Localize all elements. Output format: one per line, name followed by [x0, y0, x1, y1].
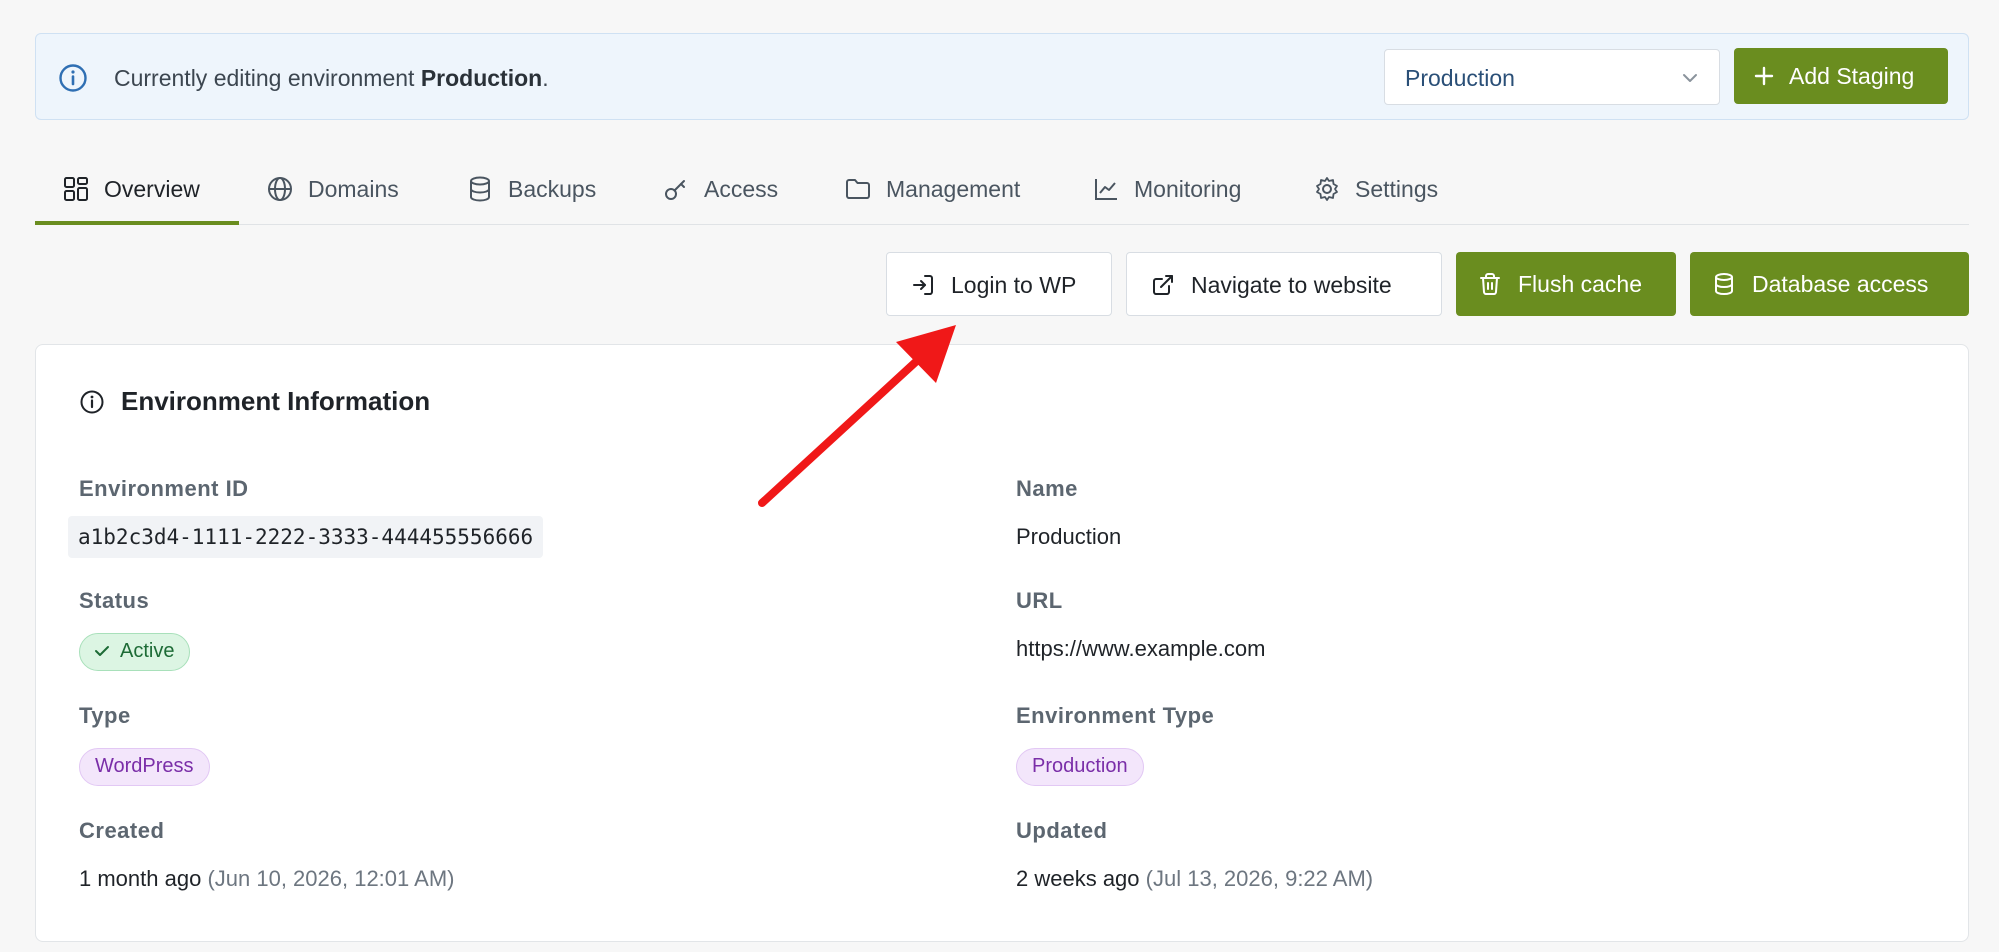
tab-label: Overview	[104, 176, 200, 202]
url-value: https://www.example.com	[1016, 636, 1266, 661]
chevron-down-icon	[1683, 74, 1697, 82]
created-exact: (Jun 10, 2026, 12:01 AM)	[207, 866, 455, 891]
status-badge: Active	[79, 633, 191, 671]
name-value: Production	[1016, 524, 1122, 549]
globe-icon	[268, 177, 292, 201]
card-title: Environment Information	[121, 386, 431, 416]
status-badge-text: Active	[120, 640, 175, 662]
dashboard-grid-icon	[64, 177, 88, 201]
tab-label: Backups	[508, 176, 597, 202]
key-icon	[665, 180, 685, 200]
database-access-button[interactable]: Database access	[1690, 252, 1969, 316]
tab-label: Access	[704, 176, 779, 202]
info-icon	[80, 390, 104, 414]
updated-label: Updated	[1016, 818, 1108, 843]
status-label: Status	[79, 588, 150, 613]
environment-id-value: a1b2c3d4-1111-2222-3333-444455556666	[68, 516, 544, 558]
type-label: Type	[79, 703, 131, 728]
environment-information-card: Environment Information Environment ID a…	[35, 344, 1969, 942]
trash-icon	[1480, 273, 1500, 295]
active-tab-indicator	[35, 221, 239, 225]
banner-env-name: Production	[420, 65, 543, 91]
login-to-wp-label: Login to WP	[951, 272, 1077, 298]
tab-bar: Overview Domains Backups Access Manageme…	[35, 160, 1969, 225]
info-icon	[59, 64, 87, 92]
line-chart-icon	[1095, 179, 1117, 200]
banner-message: Currently editing environment Production…	[114, 63, 549, 93]
tab-label: Domains	[308, 176, 399, 202]
login-to-wp-button[interactable]: Login to WP	[886, 252, 1112, 316]
banner-suffix: .	[542, 65, 549, 91]
database-icon	[1715, 273, 1733, 296]
banner-prefix: Currently editing environment	[114, 65, 421, 91]
environment-id-label: Environment ID	[79, 476, 249, 501]
tab-label: Settings	[1355, 176, 1439, 202]
external-link-icon	[1153, 275, 1173, 295]
add-staging-label: Add Staging	[1789, 63, 1915, 89]
environment-type-label: Environment Type	[1016, 703, 1215, 728]
url-label: URL	[1016, 588, 1063, 613]
database-access-label: Database access	[1752, 271, 1929, 297]
created-label: Created	[79, 818, 165, 843]
database-icon	[470, 176, 490, 202]
environment-banner: Currently editing environment Production…	[35, 33, 1969, 120]
created-value: 1 month ago (Jun 10, 2026, 12:01 AM)	[79, 865, 455, 893]
gear-icon	[1316, 177, 1338, 201]
name-label: Name	[1016, 476, 1078, 501]
login-icon	[913, 275, 933, 295]
environment-type-badge: Production	[1016, 748, 1144, 786]
navigate-to-website-button[interactable]: Navigate to website	[1126, 252, 1442, 316]
updated-value: 2 weeks ago (Jul 13, 2026, 9:22 AM)	[1016, 865, 1373, 893]
environment-select-value: Production	[1405, 65, 1515, 91]
folder-icon	[846, 179, 870, 199]
navigate-to-website-label: Navigate to website	[1191, 272, 1392, 298]
created-relative: 1 month ago	[79, 866, 202, 891]
plus-icon	[1754, 66, 1774, 86]
flush-cache-label: Flush cache	[1518, 271, 1643, 297]
type-badge: WordPress	[79, 748, 210, 786]
environment-select[interactable]: Production	[1384, 49, 1720, 105]
add-staging-button[interactable]: Add Staging	[1734, 48, 1948, 104]
updated-relative: 2 weeks ago	[1016, 866, 1140, 891]
flush-cache-button[interactable]: Flush cache	[1456, 252, 1676, 316]
tab-label: Monitoring	[1134, 176, 1242, 202]
updated-exact: (Jul 13, 2026, 9:22 AM)	[1145, 866, 1374, 891]
tab-label: Management	[886, 176, 1021, 202]
check-icon	[95, 646, 109, 656]
